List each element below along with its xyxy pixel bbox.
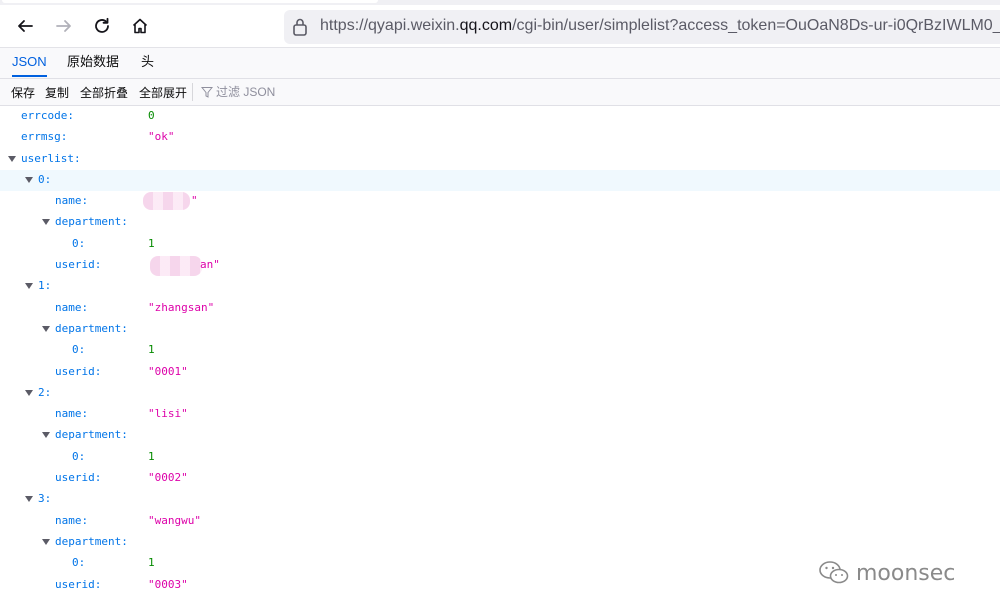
json-key: department: — [55, 428, 128, 442]
redaction-blur — [143, 192, 190, 211]
json-key: userid: — [55, 258, 102, 272]
json-value: "0003" — [148, 577, 188, 591]
url-text[interactable]: https://qyapi.weixin.qq.com/cgi-bin/user… — [320, 17, 1000, 35]
tab-json[interactable]: JSON — [12, 48, 47, 77]
tree-row-userid[interactable]: userid: an" — [0, 255, 1000, 277]
back-button[interactable] — [10, 11, 40, 41]
json-value: 1 — [148, 236, 155, 250]
tree-row-userid[interactable]: userid: "0002" — [0, 468, 1000, 489]
tree-row-userid[interactable]: userid: "0001" — [0, 362, 1000, 383]
json-value: "ok" — [148, 130, 175, 144]
active-tab-edge[interactable] — [2, 0, 378, 3]
expand-toggle-icon[interactable] — [25, 389, 33, 396]
watermark-text: moonsec — [856, 560, 956, 586]
expand-toggle-icon[interactable] — [42, 538, 50, 545]
watermark: moonsec — [818, 560, 955, 586]
json-key: userid: — [55, 364, 102, 378]
json-toolbar: 保存 复制 全部折叠 全部展开 过滤 JSON — [0, 79, 1000, 106]
copy-button[interactable]: 复制 — [45, 84, 69, 101]
expand-toggle-icon[interactable] — [25, 176, 33, 183]
back-arrow-icon — [18, 20, 33, 32]
json-key: department: — [55, 534, 128, 548]
tree-row-department-item[interactable]: 0: 1 — [0, 340, 1000, 361]
json-key: 0: — [72, 343, 86, 357]
filter-placeholder: 过滤 JSON — [216, 85, 276, 99]
redaction-blur — [150, 256, 202, 277]
tab-raw-data[interactable]: 原始数据 — [67, 48, 119, 77]
json-key: 1: — [38, 279, 52, 293]
tree-row-errmsg[interactable]: errmsg: "ok" — [0, 127, 1000, 148]
json-key: errcode: — [21, 109, 74, 122]
address-bar[interactable]: https://qyapi.weixin.qq.com/cgi-bin/user… — [284, 10, 1000, 44]
json-key: errmsg: — [21, 130, 68, 144]
json-key: name: — [55, 513, 89, 527]
tree-row-userlist[interactable]: userlist: — [0, 149, 1000, 170]
json-key: 0: — [72, 449, 86, 463]
tree-row-name[interactable]: name: "zhangsan" — [0, 298, 1000, 319]
expand-toggle-icon[interactable] — [42, 325, 50, 332]
json-value: "lisi" — [148, 407, 188, 421]
expand-toggle-icon[interactable] — [25, 283, 33, 290]
json-value: "0002" — [148, 471, 188, 485]
json-value: "zhangsan" — [148, 300, 215, 314]
expand-toggle-icon[interactable] — [8, 155, 16, 162]
reload-button[interactable] — [87, 11, 117, 41]
collapse-all-button[interactable]: 全部折叠 — [80, 84, 128, 101]
home-button[interactable] — [125, 11, 155, 41]
home-icon — [132, 18, 148, 34]
tree-row-department[interactable]: department: — [0, 425, 1000, 446]
expand-toggle-icon[interactable] — [42, 432, 50, 439]
json-key: department: — [55, 321, 128, 335]
json-key: name: — [55, 300, 89, 314]
json-value: 1 — [148, 343, 155, 357]
expand-all-button[interactable]: 全部展开 — [139, 84, 187, 101]
tree-row-user-index[interactable]: 1: — [0, 276, 1000, 297]
json-value: " — [191, 194, 198, 208]
json-value: "0001" — [148, 364, 188, 378]
json-key: department: — [55, 215, 128, 229]
navigation-bar: https://qyapi.weixin.qq.com/cgi-bin/user… — [0, 5, 1000, 48]
json-value: 1 — [148, 556, 155, 570]
json-key: 2: — [38, 385, 52, 399]
json-key: name: — [55, 194, 89, 208]
tree-row-user-index[interactable]: 0: — [0, 169, 1000, 192]
json-key: name: — [55, 407, 89, 421]
tree-row-department-item[interactable]: 0: 1 — [0, 234, 1000, 255]
json-viewer-tabs: JSON 原始数据 头 — [0, 48, 1000, 79]
json-key: 0: — [38, 172, 52, 186]
tree-row-department[interactable]: department: — [0, 319, 1000, 340]
toolbar-divider — [192, 83, 193, 101]
tab-headers[interactable]: 头 — [141, 48, 154, 77]
wechat-icon — [819, 561, 849, 584]
tree-row-user-index[interactable]: 3: — [0, 489, 1000, 510]
tree-row-department[interactable]: department: — [0, 532, 1000, 553]
tree-row-name[interactable]: name: "lisi" — [0, 404, 1000, 425]
json-value: "wangwu" — [148, 513, 201, 527]
expand-toggle-icon[interactable] — [25, 496, 33, 503]
reload-icon — [95, 17, 109, 33]
expand-toggle-icon[interactable] — [42, 219, 50, 226]
json-key: userlist: — [21, 151, 81, 165]
json-value: an" — [200, 258, 220, 272]
json-key: userid: — [55, 577, 102, 591]
tree-row-department-item[interactable]: 0: 1 — [0, 447, 1000, 468]
filter-icon — [201, 86, 213, 98]
filter-json-input[interactable]: 过滤 JSON — [201, 83, 275, 100]
json-key: 3: — [38, 492, 52, 506]
json-key: userid: — [55, 471, 102, 485]
tree-row-errcode[interactable]: errcode: 0 — [0, 106, 1000, 127]
tree-row-department[interactable]: department: — [0, 212, 1000, 233]
json-key: 0: — [72, 236, 86, 250]
json-value: 1 — [148, 449, 155, 463]
forward-button[interactable] — [49, 11, 79, 41]
lock-icon[interactable] — [292, 17, 308, 37]
json-key: 0: — [72, 556, 86, 570]
tree-row-name[interactable]: name: " — [0, 191, 1000, 212]
json-tree: errcode: 0 errmsg: "ok" userlist: 0: name:… — [0, 106, 1000, 596]
forward-arrow-icon — [56, 20, 71, 32]
tree-row-name[interactable]: name: "wangwu" — [0, 511, 1000, 532]
json-value: 0 — [148, 109, 155, 122]
tree-row-user-index[interactable]: 2: — [0, 383, 1000, 404]
save-button[interactable]: 保存 — [11, 84, 35, 101]
